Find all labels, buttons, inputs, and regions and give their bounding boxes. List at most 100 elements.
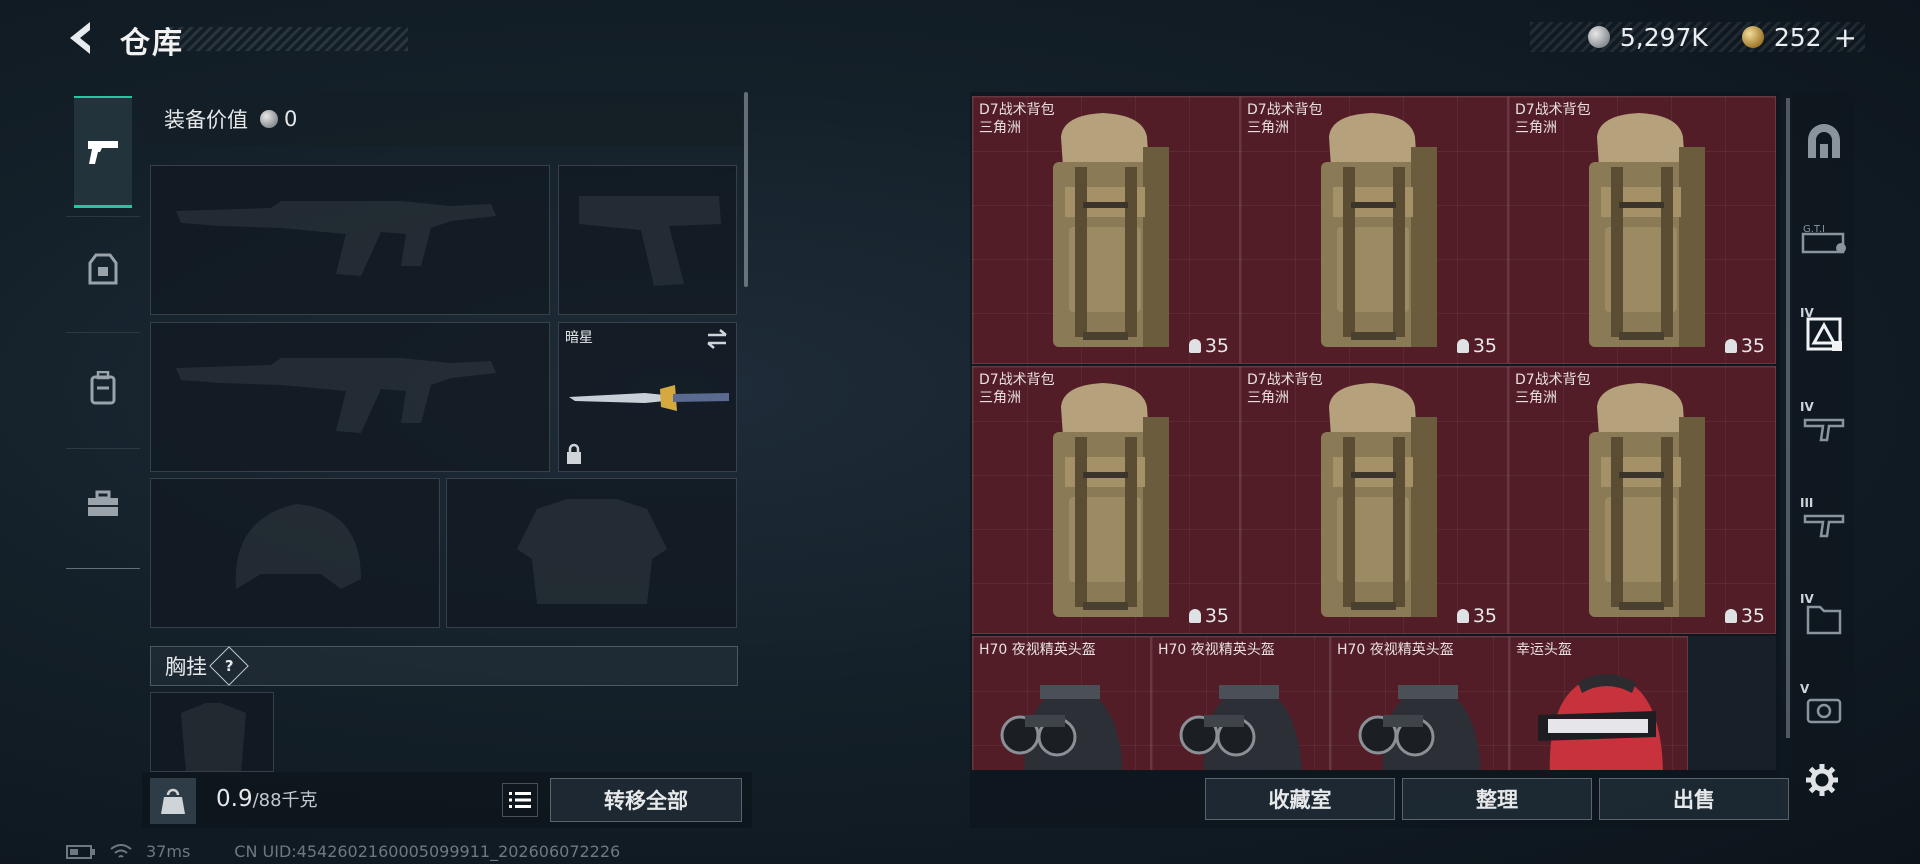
body-armor-slot[interactable] — [446, 478, 737, 628]
gold-currency-value: 252 — [1773, 22, 1822, 52]
equipment-value: 0 — [284, 107, 298, 131]
stash-grid: D7战术背包 三角洲 35 D7战术背包 三角洲 35 D7战术背包 三角洲 3… — [970, 94, 1778, 770]
back-button[interactable] — [62, 18, 98, 58]
stash-item[interactable]: 幸运头盔 — [1509, 636, 1688, 770]
stash-item[interactable]: D7战术背包 三角洲 35 — [972, 366, 1240, 634]
all-items-icon[interactable] — [1798, 112, 1850, 170]
tier-label: IV — [1800, 306, 1814, 320]
item-name: H70 夜视精英头盔 — [979, 642, 1096, 658]
chest-rig-silhouette-icon — [181, 703, 246, 771]
tab-backpack[interactable] — [74, 332, 132, 444]
helmet-silhouette-icon — [235, 504, 361, 589]
lucky-helmet-icon — [1538, 674, 1663, 770]
tier-label: IV — [1800, 592, 1814, 606]
gti-icon[interactable]: G.T.I — [1798, 210, 1850, 268]
toolbox-icon — [88, 490, 118, 516]
item-name: 幸运头盔 — [1516, 642, 1572, 658]
backpack-item-icon — [1321, 113, 1437, 347]
tier-label: IV — [1800, 400, 1814, 414]
stash-item[interactable]: H70 夜视精英头盔 — [972, 636, 1151, 770]
empty-grid-cell[interactable] — [1688, 636, 1776, 770]
rifle-silhouette-icon — [176, 201, 496, 276]
item-weight: 35 — [1724, 605, 1765, 627]
stash-item[interactable]: D7战术背包 三角洲 35 — [1508, 96, 1776, 364]
tier3-weapon-icon[interactable]: III — [1798, 494, 1850, 552]
add-currency-button[interactable]: + — [1834, 21, 1857, 54]
tab-supplies[interactable] — [74, 448, 132, 560]
primary-weapon-slot-1[interactable] — [150, 165, 550, 315]
vest-silhouette-icon — [517, 499, 667, 604]
helmet-slot[interactable] — [150, 478, 440, 628]
item-weight: 35 — [1456, 605, 1497, 627]
melee-name: 暗星 — [565, 330, 593, 346]
equipment-value-header: 装备价值 0 — [144, 92, 742, 146]
list-view-button[interactable] — [502, 783, 538, 817]
currency-bar: 5,297K 252 + — [1530, 21, 1865, 54]
weight-icon — [1188, 609, 1201, 623]
silver-coin-icon — [1587, 26, 1610, 48]
night-vision-helmet-icon — [1358, 685, 1481, 770]
weight-icon — [1724, 339, 1737, 353]
knife-item-icon — [569, 385, 729, 411]
pistol-silhouette-icon — [579, 196, 721, 286]
backpack-item-icon — [1053, 383, 1169, 617]
weight-icon — [1724, 609, 1737, 623]
tier-label: III — [1800, 496, 1814, 510]
list-icon — [509, 792, 531, 808]
item-name: D7战术背包 三角洲 — [1515, 102, 1591, 136]
primary-weapon-slot-2[interactable] — [150, 322, 550, 472]
stash-item[interactable]: H70 夜视精英头盔 — [1330, 636, 1509, 770]
item-name: D7战术背包 三角洲 — [979, 102, 1055, 136]
item-name: D7战术背包 三角洲 — [979, 372, 1055, 406]
page-title: 仓库 — [120, 26, 184, 61]
stash-item[interactable]: H70 夜视精英头盔 — [1151, 636, 1330, 770]
stash-scrollbar[interactable] — [1786, 98, 1790, 738]
night-vision-helmet-icon — [1179, 685, 1302, 770]
tier-label: V — [1800, 682, 1810, 696]
weight-icon — [1456, 339, 1469, 353]
stash-item[interactable]: D7战术背包 三角洲 35 — [1508, 366, 1776, 634]
chest-rig-slot[interactable] — [150, 692, 274, 772]
gold-coin-icon — [1741, 26, 1764, 48]
melee-slot[interactable]: 暗星 — [558, 322, 737, 472]
equipment-scrollbar[interactable] — [744, 92, 748, 287]
tier4-weapon-icon[interactable]: IV — [1798, 398, 1850, 456]
svg-text:G.T.I: G.T.I — [1803, 224, 1825, 235]
item-name: H70 夜视精英头盔 — [1337, 642, 1454, 658]
chest-rig-label: 胸挂 — [165, 655, 207, 679]
silver-coin-icon — [260, 110, 278, 128]
weight-icon — [1456, 609, 1469, 623]
item-name: D7战术背包 三角洲 — [1247, 102, 1323, 136]
battery-icon — [66, 844, 95, 859]
tab-armor[interactable] — [74, 214, 132, 326]
item-name: D7战术背包 三角洲 — [1515, 372, 1591, 406]
stash-item[interactable]: D7战术背包 三角洲 35 — [972, 96, 1240, 364]
transfer-all-button[interactable]: 转移全部 — [550, 778, 742, 822]
swap-icon[interactable] — [704, 327, 730, 351]
tier5-camera-icon[interactable]: V — [1798, 680, 1850, 738]
wifi-icon — [110, 843, 132, 858]
sort-button[interactable]: 整理 — [1402, 778, 1592, 820]
collection-room-button[interactable]: 收藏室 — [1205, 778, 1395, 820]
sell-button[interactable]: 出售 — [1599, 778, 1789, 820]
tier4-armor-icon[interactable]: IV — [1798, 304, 1850, 362]
chest-rig-header: 胸挂 ? — [150, 646, 738, 686]
status-bar: 37ms CN UID:4542602160005099911_20260607… — [66, 842, 620, 861]
settings-gear-icon[interactable] — [1804, 762, 1840, 802]
weight-icon — [1188, 339, 1201, 353]
uid-text: CN UID:4542602160005099911_202606072226 — [234, 842, 621, 861]
stash-item[interactable]: D7战术背包 三角洲 35 — [1240, 366, 1508, 634]
tab-weapons[interactable] — [74, 96, 132, 208]
help-icon[interactable]: ? — [209, 646, 249, 686]
backpack-item-icon — [1589, 113, 1705, 347]
backpack-item-icon — [1321, 383, 1437, 617]
tier4-folder-icon[interactable]: IV — [1798, 590, 1850, 648]
pistol-icon — [88, 140, 118, 164]
item-weight: 35 — [1188, 605, 1229, 627]
backpack-item-icon — [1053, 113, 1169, 347]
stash-item[interactable]: D7战术背包 三角洲 35 — [1240, 96, 1508, 364]
title-decoration — [170, 27, 408, 51]
weight-icon — [150, 778, 196, 824]
sidearm-slot[interactable] — [558, 165, 737, 315]
item-weight: 35 — [1724, 335, 1765, 357]
